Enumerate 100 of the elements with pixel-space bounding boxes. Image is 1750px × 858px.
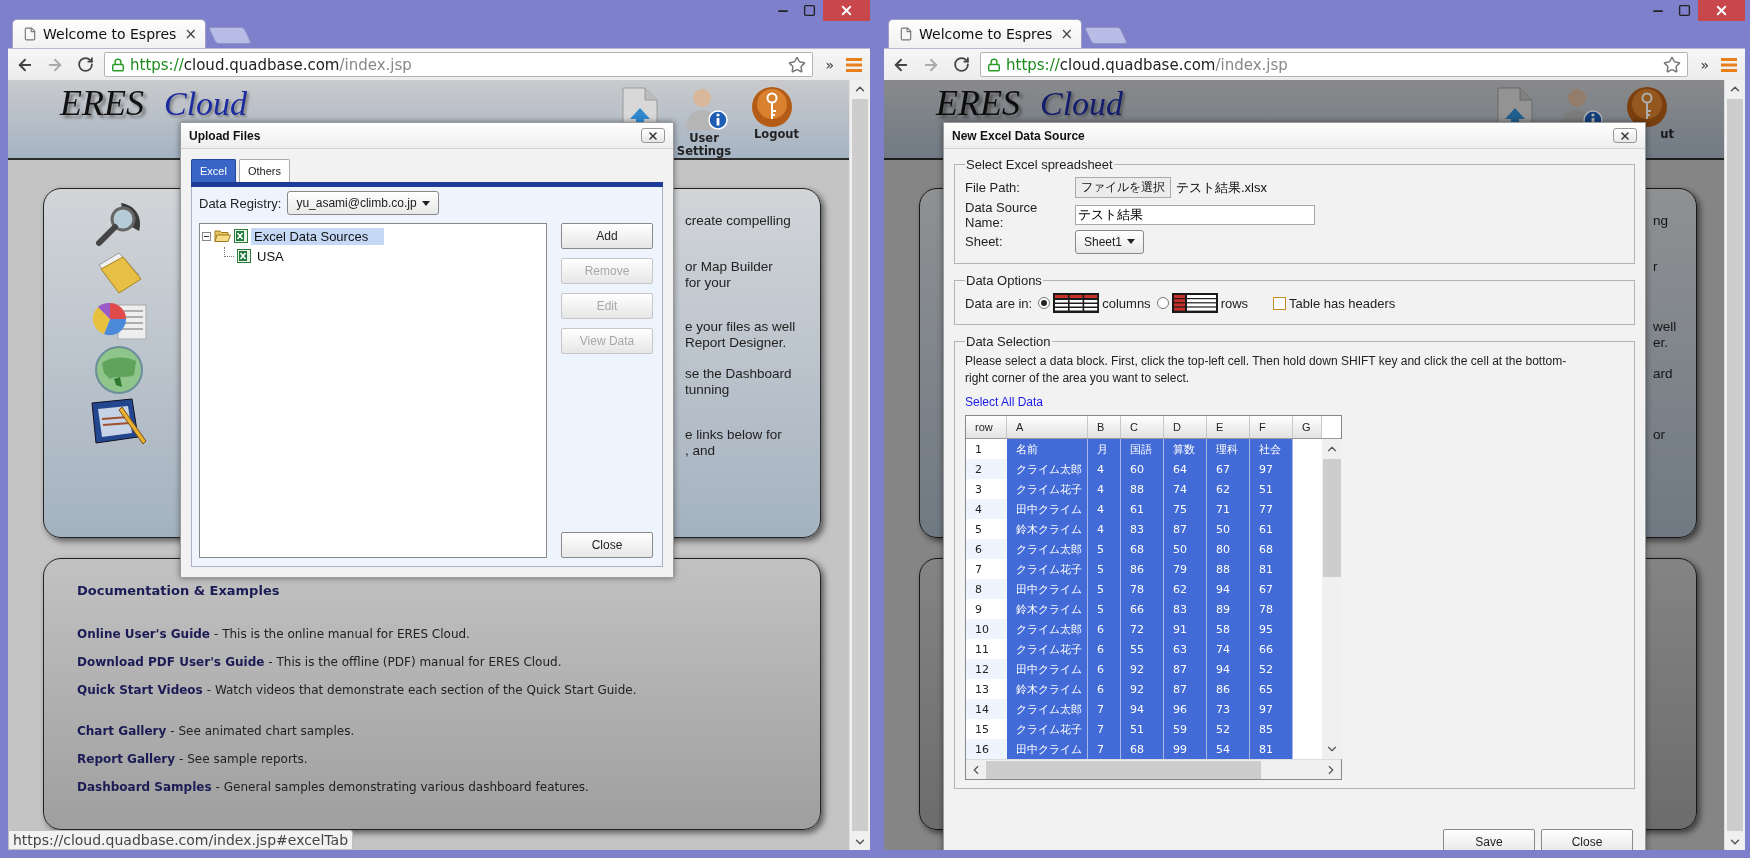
maximize-icon[interactable] <box>1678 4 1691 17</box>
table-cell[interactable]: 96 <box>1164 699 1207 719</box>
table-cell[interactable]: 月 <box>1088 439 1121 459</box>
menu-icon[interactable] <box>846 57 862 72</box>
dialog-button[interactable]: Save <box>1443 829 1535 850</box>
table-cell[interactable]: 68 <box>1250 539 1293 559</box>
table-cell[interactable]: 社会 <box>1250 439 1293 459</box>
table-cell[interactable]: クライム太郎 <box>1007 619 1088 639</box>
key-icon[interactable] <box>1626 86 1668 128</box>
table-cell[interactable]: 4 <box>1088 479 1121 499</box>
table-cell[interactable]: 6 <box>1088 679 1121 699</box>
table-cell[interactable]: 鈴木クライム <box>1007 519 1088 539</box>
table-cell[interactable]: 6 <box>1088 659 1121 679</box>
table-cell[interactable]: 6 <box>1088 619 1121 639</box>
tab-close-button[interactable]: × <box>184 25 197 43</box>
table-cell[interactable]: 4 <box>1088 499 1121 519</box>
table-cell[interactable]: 88 <box>1207 559 1250 579</box>
caret-icon[interactable] <box>1127 239 1136 244</box>
table-cell[interactable]: 94 <box>1121 699 1164 719</box>
table-cell[interactable]: 67 <box>1250 579 1293 599</box>
close-icon[interactable] <box>647 129 659 142</box>
tab[interactable]: Excel <box>191 159 236 182</box>
table-cell[interactable]: クライム太郎 <box>1007 459 1088 479</box>
table-cell[interactable]: 5 <box>1088 539 1121 559</box>
table-cell[interactable]: 61 <box>1250 519 1293 539</box>
table-cell[interactable]: 5 <box>1088 559 1121 579</box>
table-cell[interactable]: 97 <box>1250 699 1293 719</box>
table-cell[interactable]: 80 <box>1207 539 1250 559</box>
checkbox[interactable] <box>1273 296 1287 310</box>
table-cell[interactable]: 78 <box>1250 599 1293 619</box>
table-cell[interactable]: クライム太郎 <box>1007 539 1088 559</box>
table-cell[interactable]: 6 <box>1088 639 1121 659</box>
table-cell[interactable]: 7 <box>1088 719 1121 739</box>
close-button[interactable] <box>1613 128 1637 143</box>
table-cell[interactable]: 87 <box>1164 659 1207 679</box>
menu-icon[interactable] <box>1721 57 1737 72</box>
table-cell[interactable]: 97 <box>1250 459 1293 479</box>
table-cell[interactable]: 65 <box>1250 679 1293 699</box>
maximize-icon[interactable] <box>803 4 816 17</box>
table-cell[interactable]: 67 <box>1207 459 1250 479</box>
table-cell[interactable]: 87 <box>1164 679 1207 699</box>
row-number[interactable]: 4 <box>966 499 1007 519</box>
table-cell[interactable]: 73 <box>1207 699 1250 719</box>
table-cell[interactable]: 50 <box>1164 539 1207 559</box>
table-cell[interactable]: 61 <box>1121 499 1164 519</box>
caret-icon[interactable] <box>421 200 430 206</box>
column-header[interactable]: F <box>1250 416 1293 438</box>
table-cell[interactable]: 91 <box>1164 619 1207 639</box>
address-bar[interactable]: https://cloud.quadbase.com/index.jsp <box>980 52 1689 77</box>
table-cell[interactable]: 算数 <box>1164 439 1207 459</box>
close-button[interactable] <box>641 128 665 143</box>
row-number[interactable]: 10 <box>966 619 1007 639</box>
table-cell[interactable]: 81 <box>1250 739 1293 759</box>
table-cell[interactable]: 51 <box>1250 479 1293 499</box>
table-cell[interactable]: 68 <box>1121 739 1164 759</box>
address-bar[interactable]: https://cloud.quadbase.com/index.jsp <box>104 52 814 77</box>
table-cell[interactable]: 田中クライム <box>1007 659 1088 679</box>
table-cell[interactable]: 鈴木クライム <box>1007 679 1088 699</box>
doc-link[interactable]: Download PDF User's Guide <box>77 655 265 669</box>
doc-link[interactable]: Dashboard Samples <box>77 780 212 794</box>
row-number[interactable]: 14 <box>966 699 1007 719</box>
column-header[interactable]: E <box>1207 416 1250 438</box>
table-cell[interactable]: 64 <box>1164 459 1207 479</box>
tree-item[interactable]: USA <box>254 247 300 265</box>
table-cell[interactable]: 4 <box>1088 519 1121 539</box>
table-cell[interactable]: 50 <box>1207 519 1250 539</box>
table-cell[interactable]: 86 <box>1207 679 1250 699</box>
row-number[interactable]: 12 <box>966 659 1007 679</box>
table-cell[interactable]: 92 <box>1121 679 1164 699</box>
table-cell[interactable]: 62 <box>1164 579 1207 599</box>
table-cell[interactable]: 95 <box>1250 619 1293 639</box>
doc-link[interactable]: Quick Start Videos <box>77 683 203 697</box>
table-cell[interactable]: クライム花子 <box>1007 479 1088 499</box>
table-cell[interactable]: 75 <box>1164 499 1207 519</box>
dialog-button[interactable]: Close <box>1541 829 1633 850</box>
column-header[interactable]: D <box>1164 416 1207 438</box>
row-number[interactable]: 6 <box>966 539 1007 559</box>
tool-label[interactable]: Logout <box>753 128 803 141</box>
table-cell[interactable]: 田中クライム <box>1007 579 1088 599</box>
table-cell[interactable]: 94 <box>1207 579 1250 599</box>
doc-link[interactable]: Report Gallery <box>77 752 176 766</box>
table-cell[interactable]: 89 <box>1207 599 1250 619</box>
column-header[interactable]: B <box>1088 416 1121 438</box>
table-cell[interactable]: 名前 <box>1007 439 1088 459</box>
table-cell[interactable]: クライム花子 <box>1007 559 1088 579</box>
column-header[interactable]: row <box>966 416 1007 438</box>
table-cell[interactable]: 4 <box>1088 459 1121 479</box>
table-cell[interactable]: 60 <box>1121 459 1164 479</box>
close-button[interactable]: Close <box>561 532 653 558</box>
close-icon[interactable] <box>1619 129 1631 142</box>
overflow-button[interactable]: » <box>821 56 838 73</box>
browser-tab[interactable]: Welcome to Espres × <box>12 19 206 48</box>
column-header[interactable]: C <box>1121 416 1164 438</box>
key-icon[interactable] <box>751 86 793 128</box>
column-header[interactable]: G <box>1293 416 1322 438</box>
vertical-scrollbar[interactable] <box>1322 439 1342 759</box>
page-scrollbar[interactable] <box>1724 80 1745 850</box>
table-cell[interactable]: 78 <box>1121 579 1164 599</box>
table-cell[interactable]: クライム太郎 <box>1007 699 1088 719</box>
table-cell[interactable]: 83 <box>1164 599 1207 619</box>
